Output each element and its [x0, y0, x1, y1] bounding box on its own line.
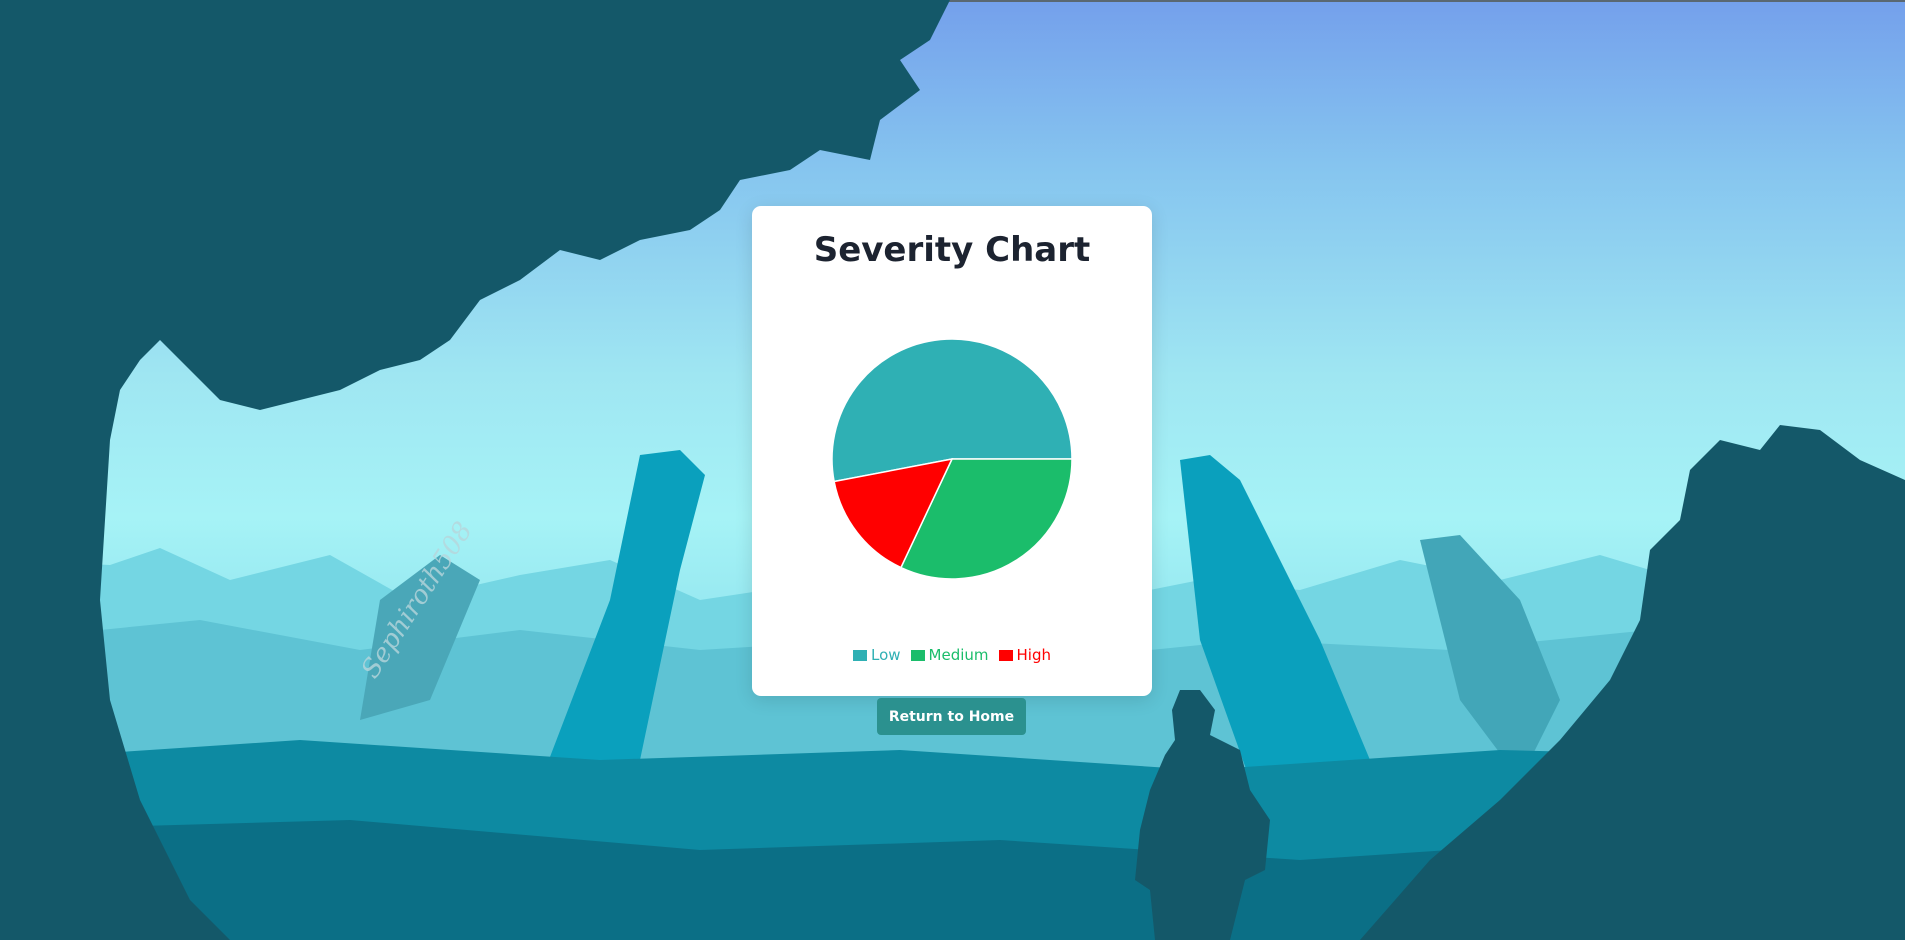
- chart-legend: Low Medium High: [752, 646, 1152, 664]
- legend-swatch: [852, 649, 867, 661]
- legend-label: High: [1016, 646, 1051, 664]
- legend-swatch: [998, 649, 1013, 661]
- legend-item-high[interactable]: High: [998, 646, 1051, 664]
- legend-item-low[interactable]: Low: [852, 646, 901, 664]
- legend-swatch: [910, 649, 925, 661]
- return-home-button[interactable]: Return to Home: [877, 698, 1026, 735]
- legend-item-medium[interactable]: Medium: [910, 646, 989, 664]
- severity-chart-card: Severity Chart Low Medium High: [752, 206, 1152, 696]
- severity-pie-chart: [831, 338, 1073, 580]
- legend-label: Medium: [928, 646, 989, 664]
- legend-label: Low: [870, 646, 901, 664]
